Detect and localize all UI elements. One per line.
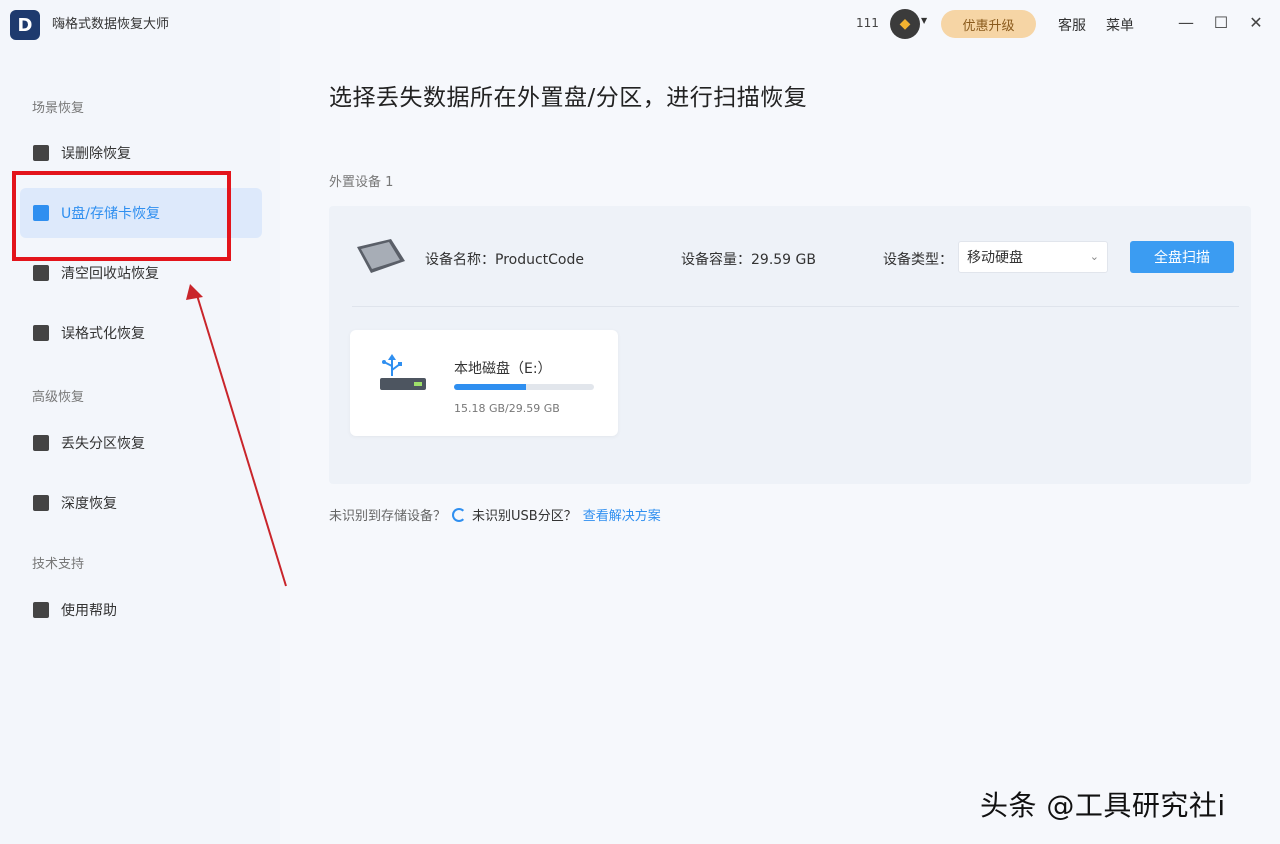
help-book-icon — [33, 602, 49, 618]
sidebar-item-label: 使用帮助 — [61, 603, 117, 619]
vip-badge[interactable]: ◆ — [890, 9, 920, 39]
sidebar-item-help[interactable]: 使用帮助 — [20, 585, 262, 635]
device-type-label: 设备类型： — [883, 252, 953, 268]
external-drive-icon — [357, 239, 405, 273]
app-title: 嗨格式数据恢复大师 — [52, 17, 170, 32]
close-button[interactable]: ✕ — [1245, 11, 1267, 33]
device-name-field: 设备名称：ProductCode — [425, 249, 584, 269]
sidebar-item-label: 深度恢复 — [61, 496, 117, 512]
partition-usage-bar — [454, 384, 594, 390]
partition-size: 15.18 GB/29.59 GB — [454, 402, 560, 415]
sidebar-item-label: 清空回收站恢复 — [61, 266, 159, 282]
file-icon — [33, 145, 49, 161]
sidebar-item-partition-recovery[interactable]: 丢失分区恢复 — [20, 418, 262, 468]
section-label-advanced: 高级恢复 — [32, 390, 85, 405]
sidebar: D 嗨格式数据恢复大师 场景恢复 误删除恢复 U盘/存储卡恢复 清空回收站恢复 … — [0, 0, 280, 844]
help-line: 未识别到存储设备？ 未识别USB分区？ 查看解决方案 — [329, 505, 661, 524]
usb-partition-question: 未识别USB分区？ — [472, 509, 577, 524]
partition-usage-fill — [454, 384, 526, 390]
device-capacity-value: 29.59 GB — [751, 252, 816, 268]
minimize-button[interactable]: — — [1175, 11, 1197, 33]
refresh-icon[interactable] — [452, 507, 467, 522]
section-label-support: 技术支持 — [32, 557, 85, 572]
broom-icon — [33, 325, 49, 341]
deep-scan-icon — [33, 495, 49, 511]
device-capacity-label: 设备容量： — [681, 252, 751, 268]
annotation-highlight-box — [12, 171, 231, 261]
app-logo: D — [10, 10, 40, 40]
section-label-scene: 场景恢复 — [32, 101, 85, 116]
device-name-value: ProductCode — [495, 252, 584, 268]
partition-icon — [33, 435, 49, 451]
full-scan-button[interactable]: 全盘扫描 — [1130, 241, 1234, 273]
device-type-select[interactable]: 移动硬盘 ⌄ — [958, 241, 1108, 273]
menu-link[interactable]: 菜单 — [1106, 15, 1134, 35]
upgrade-button[interactable]: 优惠升级 — [941, 10, 1036, 38]
sidebar-item-label: 误删除恢复 — [61, 146, 131, 162]
divider — [352, 306, 1239, 307]
maximize-button[interactable]: ☐ — [1210, 11, 1232, 33]
sidebar-item-format-recovery[interactable]: 误格式化恢复 — [20, 308, 262, 358]
customer-service-link[interactable]: 客服 — [1058, 15, 1086, 35]
sidebar-item-label: 误格式化恢复 — [61, 326, 145, 342]
view-solution-link[interactable]: 查看解决方案 — [583, 505, 661, 524]
usb-drive-icon — [380, 354, 426, 390]
device-type-value: 移动硬盘 — [967, 250, 1023, 266]
help-question: 未识别到存储设备？ — [329, 509, 447, 524]
user-count: 111 — [856, 16, 879, 30]
sidebar-item-deep-recovery[interactable]: 深度恢复 — [20, 478, 262, 528]
device-name-label: 设备名称： — [425, 252, 495, 268]
partition-name: 本地磁盘（E:） — [454, 361, 552, 377]
device-count-label: 外置设备 1 — [329, 175, 394, 190]
trash-icon — [33, 265, 49, 281]
device-capacity-field: 设备容量：29.59 GB — [681, 249, 816, 269]
chevron-down-icon: ⌄ — [1089, 250, 1099, 263]
diamond-icon: ◆ — [899, 16, 911, 32]
page-title: 选择丢失数据所在外置盘/分区，进行扫描恢复 — [329, 85, 808, 111]
watermark-text: 头条 @工具研究社i — [980, 789, 1226, 822]
sidebar-item-label: 丢失分区恢复 — [61, 436, 145, 452]
partition-card[interactable]: 本地磁盘（E:） 15.18 GB/29.59 GB — [350, 330, 618, 436]
chevron-down-icon[interactable]: ▼ — [921, 16, 927, 25]
